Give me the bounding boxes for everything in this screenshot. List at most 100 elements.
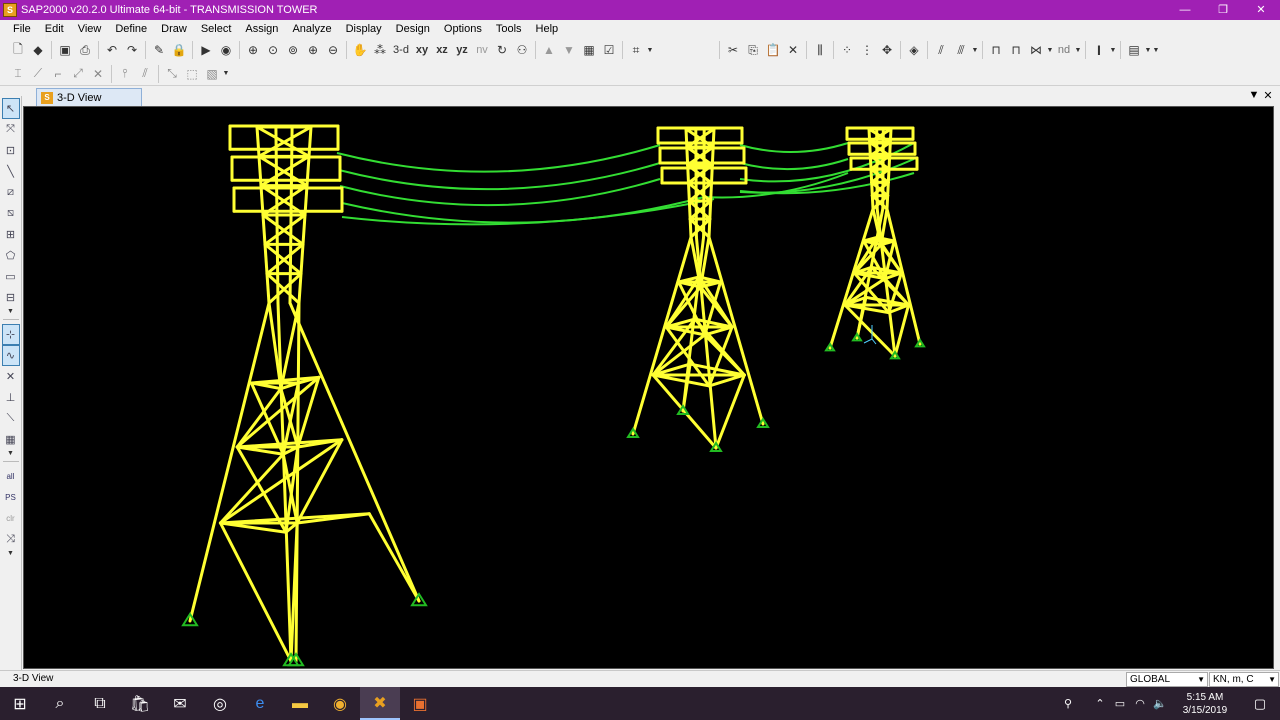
- chevron-down-icon[interactable]: ▼: [7, 450, 15, 457]
- set-display-icon[interactable]: ▦: [579, 40, 599, 60]
- conductor-cable[interactable]: [336, 144, 661, 173]
- menu-select[interactable]: Select: [194, 20, 239, 38]
- draw-bracing-icon[interactable]: ⊞: [2, 224, 20, 245]
- chevron-down-icon[interactable]: ▼: [646, 47, 654, 54]
- draw-frame-icon[interactable]: ⧄: [2, 182, 20, 203]
- volume-icon[interactable]: 🔈: [1150, 697, 1170, 710]
- frame-shape-icon[interactable]: ⊓: [986, 40, 1006, 60]
- notifications-icon[interactable]: ▢: [1240, 696, 1280, 712]
- merge-icon[interactable]: ⫻: [951, 40, 971, 60]
- joint-tools-icon[interactable]: ⁘: [837, 40, 857, 60]
- chevron-down-icon[interactable]: ▼: [7, 550, 15, 557]
- quick-frame-icon[interactable]: ⫯: [115, 64, 135, 84]
- tower-leg[interactable]: [294, 301, 301, 663]
- tower-leg[interactable]: [188, 301, 271, 623]
- align-icon[interactable]: ⋮: [857, 40, 877, 60]
- draw-brace-icon[interactable]: ✕: [88, 64, 108, 84]
- draw-area-icon[interactable]: ⬚: [182, 64, 202, 84]
- copy-icon[interactable]: ⎘: [743, 40, 763, 60]
- menu-display[interactable]: Display: [339, 20, 389, 38]
- chevron-down-icon[interactable]: ▼: [1144, 47, 1152, 54]
- snap-intersections-icon[interactable]: ✕: [2, 366, 20, 387]
- store-icon[interactable]: 🛍: [120, 687, 160, 720]
- tower-brace[interactable]: [295, 438, 344, 525]
- zoom-extents-icon[interactable]: ⊚: [283, 40, 303, 60]
- zoom-window-icon[interactable]: ⊕: [243, 40, 263, 60]
- windows-start-icon[interactable]: ⊞: [0, 687, 40, 720]
- frame-release-icon[interactable]: ⊓: [1006, 40, 1026, 60]
- units-select[interactable]: KN, m, C ▼: [1209, 672, 1279, 687]
- replicate-icon[interactable]: ⫼: [810, 40, 830, 60]
- conductor-cable[interactable]: [739, 158, 849, 171]
- menu-view[interactable]: View: [71, 20, 109, 38]
- draw-link-icon[interactable]: ⤢: [68, 64, 88, 84]
- zoom-restore-icon[interactable]: ⊙: [263, 40, 283, 60]
- tab-menu-button[interactable]: ▼: [1247, 89, 1261, 101]
- zoom-out-icon[interactable]: ⊖: [323, 40, 343, 60]
- chevron-down-icon[interactable]: ▼: [1152, 47, 1160, 54]
- model-viewport[interactable]: [23, 106, 1274, 669]
- menu-edit[interactable]: Edit: [38, 20, 71, 38]
- pan-icon[interactable]: ✋: [350, 40, 370, 60]
- paste-icon[interactable]: 📋: [763, 40, 783, 60]
- chevron-up-icon[interactable]: ⌃: [1090, 697, 1110, 710]
- view-nv-button[interactable]: nv: [472, 40, 492, 60]
- chevron-down-icon[interactable]: ▼: [1074, 47, 1082, 54]
- chevron-down-icon[interactable]: ▼: [1109, 47, 1117, 54]
- move-up-icon[interactable]: ▲: [539, 40, 559, 60]
- task-view-icon[interactable]: ⧉: [80, 687, 120, 720]
- quick-brace-icon[interactable]: ⫽: [135, 64, 155, 84]
- section-button[interactable]: I: [1089, 40, 1109, 60]
- delete-icon[interactable]: ✕: [783, 40, 803, 60]
- snap-joints-icon[interactable]: ⊹: [1, 324, 20, 345]
- tower-brace[interactable]: [367, 512, 421, 603]
- run-options-icon[interactable]: ◉: [216, 40, 236, 60]
- app-icon[interactable]: ▣: [400, 687, 440, 720]
- frame-loads-icon[interactable]: ⋈: [1026, 40, 1046, 60]
- menu-file[interactable]: File: [6, 20, 38, 38]
- intersect-select-icon[interactable]: ⤨: [2, 529, 20, 550]
- tower-horizontal[interactable]: [707, 373, 746, 388]
- draw-joint-icon[interactable]: ⊡: [2, 140, 20, 161]
- draw-solid-icon[interactable]: ▧: [202, 64, 222, 84]
- snap-perpendicular-icon[interactable]: ⊥: [2, 387, 20, 408]
- close-button[interactable]: ✕: [1242, 0, 1280, 20]
- print-icon[interactable]: ⎙: [75, 40, 95, 60]
- new-model-icon[interactable]: 🗋: [8, 40, 28, 60]
- tower-brace[interactable]: [279, 301, 301, 391]
- minimize-button[interactable]: —: [1166, 0, 1204, 20]
- tower-brace[interactable]: [218, 521, 293, 663]
- file-explorer-icon[interactable]: ▬: [280, 687, 320, 720]
- view-xz-button[interactable]: xz: [432, 40, 452, 60]
- chevron-down-icon[interactable]: ▼: [222, 70, 230, 77]
- menu-tools[interactable]: Tools: [489, 20, 529, 38]
- maximize-button[interactable]: ❐: [1204, 0, 1242, 20]
- chevron-down-icon[interactable]: ▼: [971, 47, 979, 54]
- search-icon[interactable]: ⌕: [40, 687, 80, 720]
- move-icon[interactable]: ✥: [877, 40, 897, 60]
- quick-area-icon[interactable]: ⊟: [2, 287, 20, 308]
- view-xy-button[interactable]: xy: [412, 40, 432, 60]
- draw-poly-area-icon[interactable]: ⬠: [2, 245, 20, 266]
- snap-extensions-icon[interactable]: ⟍: [2, 408, 20, 429]
- undo-icon[interactable]: ↶: [102, 40, 122, 60]
- tab-3d-view[interactable]: S 3-D View: [36, 88, 142, 106]
- conductor-cable[interactable]: [338, 162, 661, 191]
- show-deformed-icon[interactable]: ⌗: [626, 40, 646, 60]
- view-yz-button[interactable]: yz: [452, 40, 472, 60]
- display-options-icon[interactable]: ▤: [1124, 40, 1144, 60]
- run-analysis-icon[interactable]: ▶: [196, 40, 216, 60]
- sap2000-taskbar-icon[interactable]: ✖: [360, 687, 400, 720]
- chevron-down-icon[interactable]: ▼: [7, 308, 15, 315]
- app-icon[interactable]: ◎: [200, 687, 240, 720]
- check-model-icon[interactable]: ☑: [599, 40, 619, 60]
- cut-icon[interactable]: ✂: [723, 40, 743, 60]
- nd-button[interactable]: nd: [1054, 40, 1074, 60]
- secondary-beam-icon[interactable]: ⤡: [162, 64, 182, 84]
- tower-brace[interactable]: [714, 373, 746, 450]
- menu-analyze[interactable]: Analyze: [285, 20, 338, 38]
- reshape-icon[interactable]: ⤧: [2, 119, 20, 140]
- divide-icon[interactable]: ⫽: [931, 40, 951, 60]
- view-3d-button[interactable]: 3-d: [390, 40, 412, 60]
- redo-icon[interactable]: ↷: [122, 40, 142, 60]
